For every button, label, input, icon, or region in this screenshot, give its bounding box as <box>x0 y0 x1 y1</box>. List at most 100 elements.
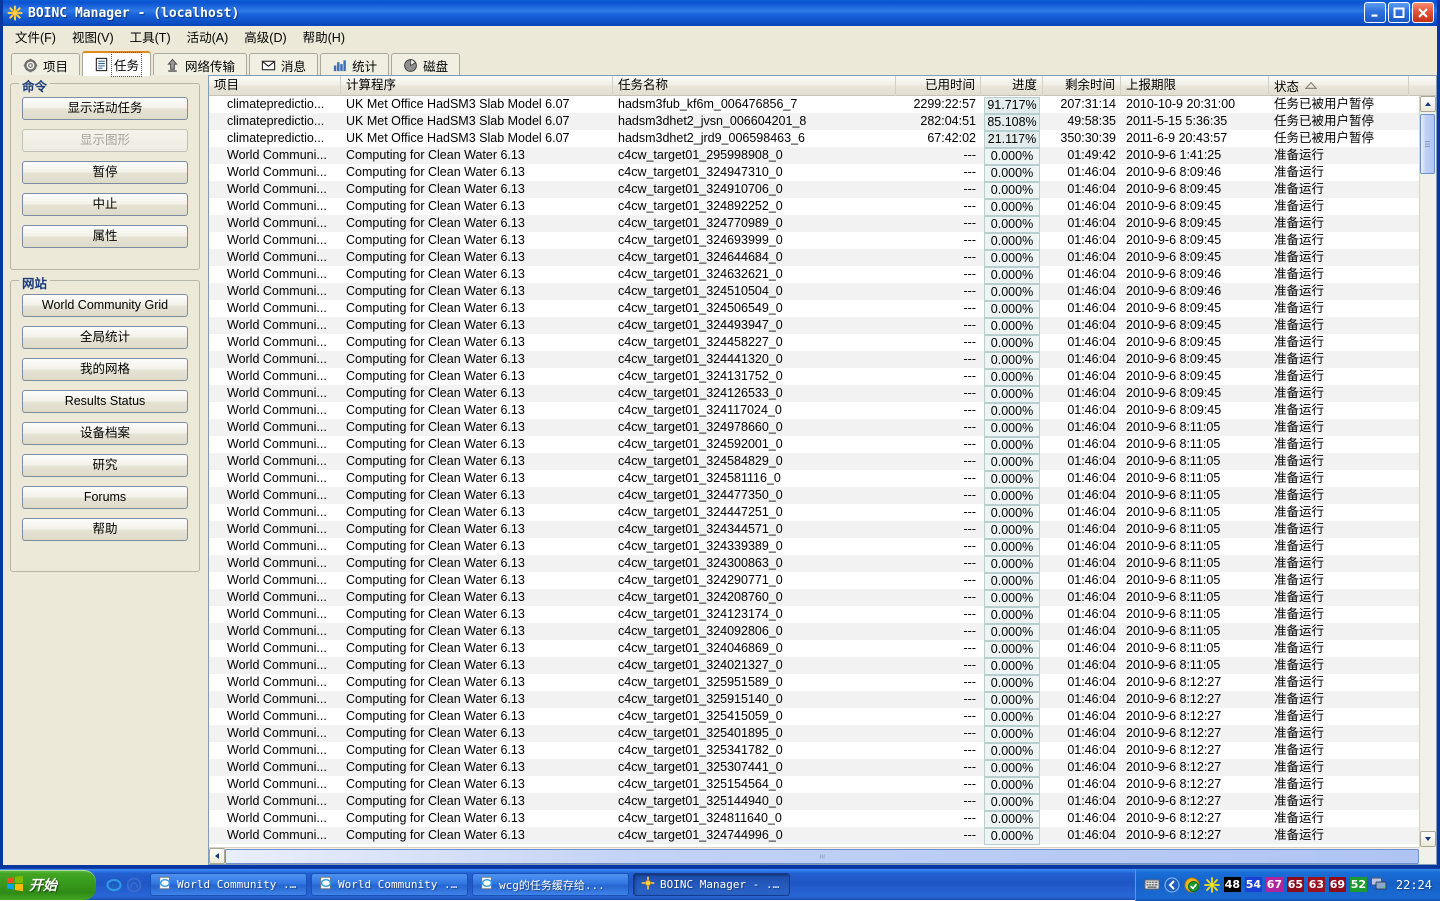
tray-monitor-value-3[interactable]: 67 <box>1266 877 1283 892</box>
keyboard-icon[interactable] <box>1144 877 1160 893</box>
tab-3[interactable]: 网络传输 <box>153 53 247 76</box>
column-header-5[interactable]: 进度 <box>981 76 1043 96</box>
table-row[interactable]: World Communi...Computing for Clean Wate… <box>209 368 1419 385</box>
table-row[interactable]: World Communi...Computing for Clean Wate… <box>209 419 1419 436</box>
taskbar-clock[interactable]: 22:24 <box>1396 878 1432 892</box>
tray-monitor-value-5[interactable]: 63 <box>1308 877 1325 892</box>
tab-4[interactable]: 消息 <box>249 53 318 76</box>
table-row[interactable]: World Communi...Computing for Clean Wate… <box>209 504 1419 521</box>
taskbar-button-3[interactable]: wcg的任务缓存给... <box>472 873 629 896</box>
tab-6[interactable]: 磁盘 <box>391 53 460 76</box>
tray-monitor-value-4[interactable]: 65 <box>1287 877 1304 892</box>
show-hidden-icons-icon[interactable] <box>1164 877 1180 893</box>
column-header-6[interactable]: 剩余时间 <box>1043 76 1121 96</box>
website-button-4[interactable]: Results Status <box>22 390 188 413</box>
table-row[interactable]: World Communi...Computing for Clean Wate… <box>209 436 1419 453</box>
menu-file[interactable]: 文件(F) <box>7 25 64 48</box>
close-button[interactable] <box>1412 2 1434 23</box>
table-row[interactable]: World Communi...Computing for Clean Wate… <box>209 640 1419 657</box>
table-row[interactable]: World Communi...Computing for Clean Wate… <box>209 453 1419 470</box>
table-row[interactable]: World Communi...Computing for Clean Wate… <box>209 521 1419 538</box>
website-button-6[interactable]: 研究 <box>22 454 188 477</box>
table-row[interactable]: World Communi...Computing for Clean Wate… <box>209 691 1419 708</box>
table-row[interactable]: World Communi...Computing for Clean Wate… <box>209 793 1419 810</box>
table-row[interactable]: World Communi...Computing for Clean Wate… <box>209 589 1419 606</box>
table-row[interactable]: climatepredictio...UK Met Office HadSM3 … <box>209 113 1419 130</box>
tray-monitor-value-2[interactable]: 54 <box>1245 877 1262 892</box>
tab-5[interactable]: 统计 <box>320 53 389 76</box>
table-row[interactable]: World Communi...Computing for Clean Wate… <box>209 555 1419 572</box>
menu-tools[interactable]: 工具(T) <box>122 25 179 48</box>
tab-2[interactable]: 任务 <box>82 51 151 76</box>
table-row[interactable]: World Communi...Computing for Clean Wate… <box>209 385 1419 402</box>
horizontal-scroll-thumb[interactable] <box>225 849 1419 864</box>
column-header-8[interactable]: 状态 <box>1269 76 1409 96</box>
table-row[interactable]: World Communi...Computing for Clean Wate… <box>209 708 1419 725</box>
table-row[interactable]: climatepredictio...UK Met Office HadSM3 … <box>209 96 1419 113</box>
website-button-8[interactable]: 帮助 <box>22 518 188 541</box>
column-header-2[interactable]: 计算程序 <box>341 76 613 96</box>
table-row[interactable]: World Communi...Computing for Clean Wate… <box>209 215 1419 232</box>
table-row[interactable]: World Communi...Computing for Clean Wate… <box>209 232 1419 249</box>
table-row[interactable]: World Communi...Computing for Clean Wate… <box>209 742 1419 759</box>
column-header-4[interactable]: 已用时间 <box>896 76 981 96</box>
tray-monitor-value-7[interactable]: 52 <box>1350 877 1367 892</box>
website-button-3[interactable]: 我的网格 <box>22 358 188 381</box>
menu-activity[interactable]: 活动(A) <box>179 25 237 48</box>
table-row[interactable]: World Communi...Computing for Clean Wate… <box>209 266 1419 283</box>
table-row[interactable]: World Communi...Computing for Clean Wate… <box>209 810 1419 827</box>
table-row[interactable]: World Communi...Computing for Clean Wate… <box>209 657 1419 674</box>
table-row[interactable]: World Communi...Computing for Clean Wate… <box>209 725 1419 742</box>
internet-explorer-icon[interactable]: e <box>106 877 122 893</box>
sun-monitor-icon[interactable] <box>1204 877 1220 893</box>
table-row[interactable]: World Communi...Computing for Clean Wate… <box>209 759 1419 776</box>
taskbar-button-2[interactable]: World Community ... <box>311 873 468 896</box>
table-row[interactable]: World Communi...Computing for Clean Wate… <box>209 164 1419 181</box>
table-row[interactable]: World Communi...Computing for Clean Wate… <box>209 623 1419 640</box>
maximize-button[interactable] <box>1388 2 1410 23</box>
table-row[interactable]: World Communi...Computing for Clean Wate… <box>209 249 1419 266</box>
maxthon-icon[interactable] <box>126 877 142 893</box>
table-row[interactable]: World Communi...Computing for Clean Wate… <box>209 572 1419 589</box>
scroll-up-button[interactable] <box>1420 96 1436 112</box>
menu-help[interactable]: 帮助(H) <box>295 25 353 48</box>
table-row[interactable]: World Communi...Computing for Clean Wate… <box>209 402 1419 419</box>
website-button-1[interactable]: World Community Grid <box>22 294 188 317</box>
command-button-1[interactable]: 显示活动任务 <box>22 97 188 120</box>
table-row[interactable]: World Communi...Computing for Clean Wate… <box>209 827 1419 844</box>
command-button-5[interactable]: 属性 <box>22 225 188 248</box>
table-row[interactable]: World Communi...Computing for Clean Wate… <box>209 198 1419 215</box>
table-row[interactable]: World Communi...Computing for Clean Wate… <box>209 181 1419 198</box>
table-row[interactable]: World Communi...Computing for Clean Wate… <box>209 283 1419 300</box>
table-row[interactable]: World Communi...Computing for Clean Wate… <box>209 776 1419 793</box>
website-button-2[interactable]: 全局统计 <box>22 326 188 349</box>
vertical-scrollbar[interactable] <box>1419 96 1436 847</box>
command-button-4[interactable]: 中止 <box>22 193 188 216</box>
menu-advanced[interactable]: 高级(D) <box>236 25 294 48</box>
taskbar-button-4[interactable]: BOINC Manager - ... <box>633 873 790 896</box>
website-button-7[interactable]: Forums <box>22 486 188 509</box>
minimize-button[interactable] <box>1364 2 1386 23</box>
vertical-scroll-thumb[interactable] <box>1420 114 1435 174</box>
horizontal-scrollbar[interactable] <box>209 847 1419 864</box>
table-row[interactable]: World Communi...Computing for Clean Wate… <box>209 606 1419 623</box>
taskbar-button-1[interactable]: World Community ... <box>150 873 307 896</box>
table-row[interactable]: World Communi...Computing for Clean Wate… <box>209 147 1419 164</box>
column-header-3[interactable]: 任务名称 <box>613 76 896 96</box>
scroll-left-button[interactable] <box>209 848 225 864</box>
scroll-down-button[interactable] <box>1420 831 1436 847</box>
column-header-1[interactable]: 项目 <box>209 76 341 96</box>
table-row[interactable]: World Communi...Computing for Clean Wate… <box>209 674 1419 691</box>
table-row[interactable]: World Communi...Computing for Clean Wate… <box>209 317 1419 334</box>
start-button[interactable]: 开始 <box>0 870 96 900</box>
website-button-5[interactable]: 设备档案 <box>22 422 188 445</box>
tray-monitor-value-1[interactable]: 48 <box>1224 877 1241 892</box>
table-row[interactable]: climatepredictio...UK Met Office HadSM3 … <box>209 130 1419 147</box>
update-shield-icon[interactable] <box>1184 877 1200 893</box>
command-button-3[interactable]: 暂停 <box>22 161 188 184</box>
table-row[interactable]: World Communi...Computing for Clean Wate… <box>209 470 1419 487</box>
table-row[interactable]: World Communi...Computing for Clean Wate… <box>209 487 1419 504</box>
tab-1[interactable]: 项目 <box>11 53 80 76</box>
table-row[interactable]: World Communi...Computing for Clean Wate… <box>209 351 1419 368</box>
column-header-7[interactable]: 上报期限 <box>1121 76 1269 96</box>
